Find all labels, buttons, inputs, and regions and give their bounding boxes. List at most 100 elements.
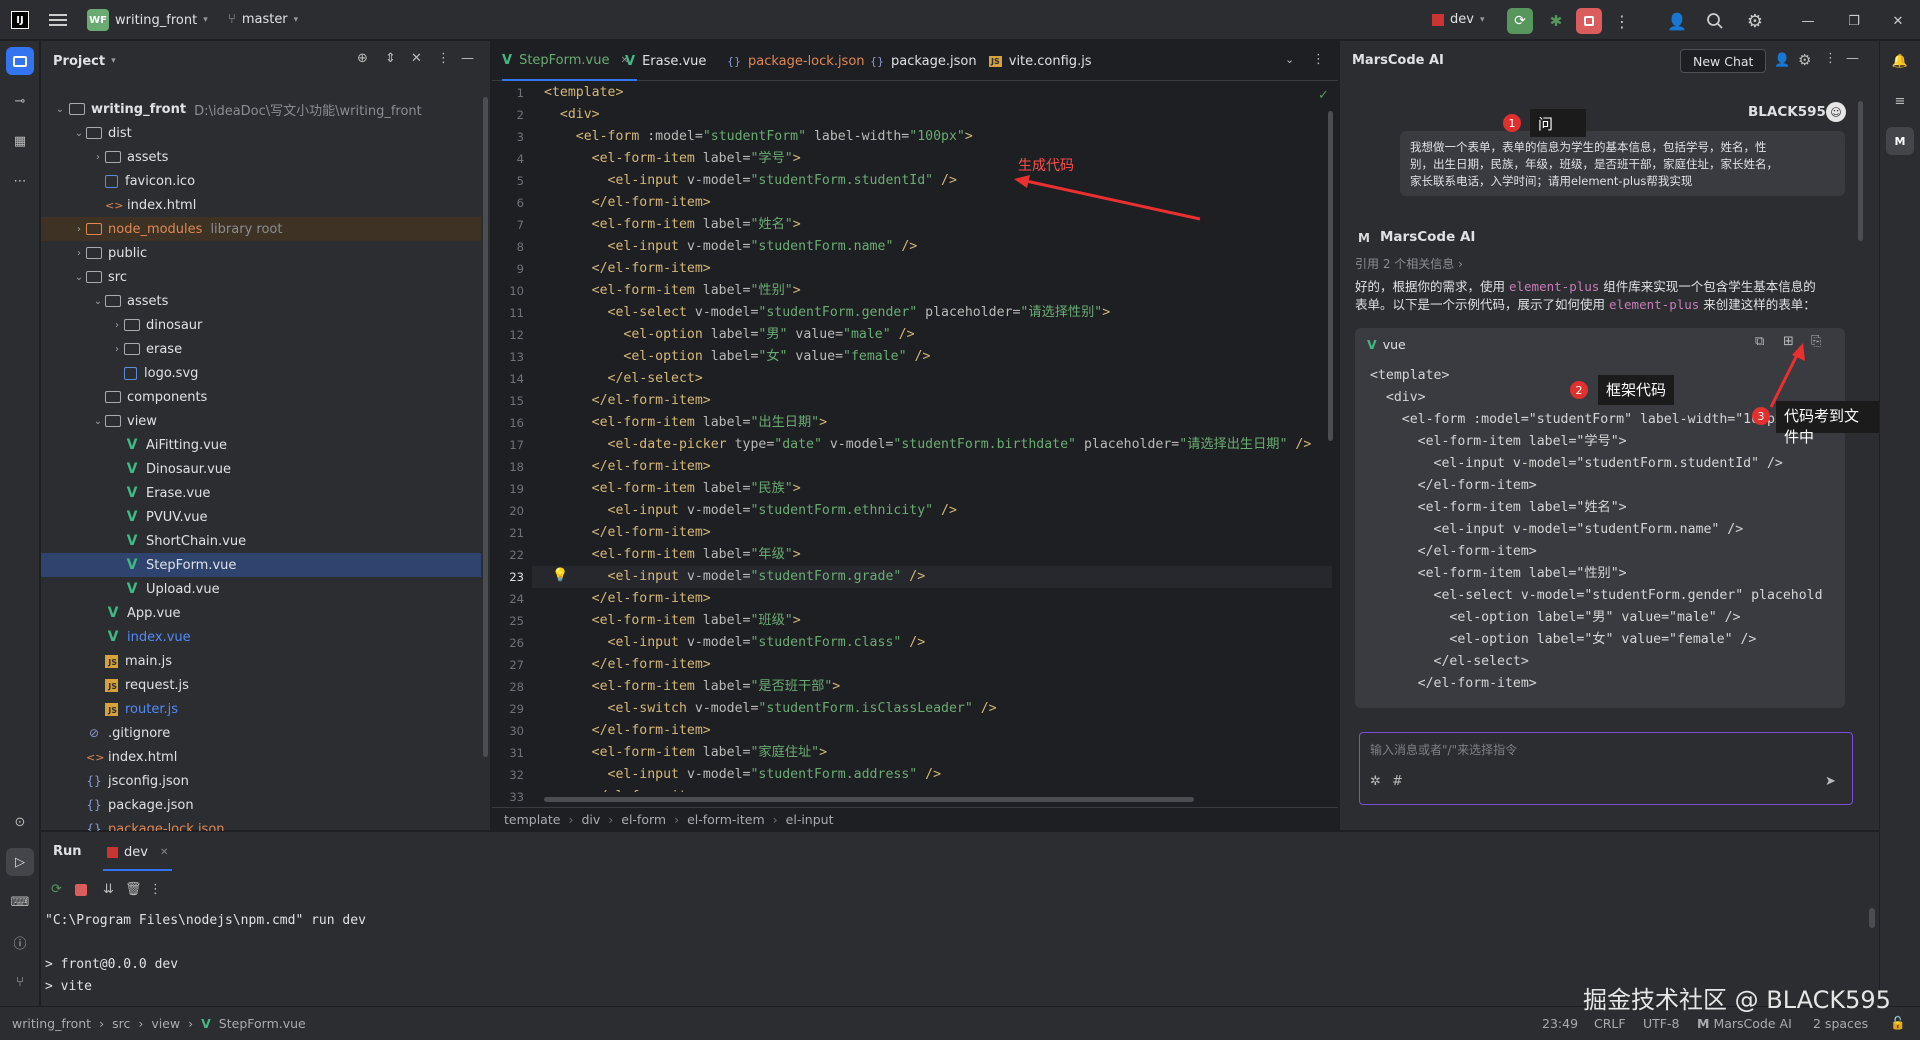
new-chat-button[interactable]: New Chat (1680, 49, 1767, 73)
tree-item[interactable]: › node_modules library root (41, 217, 481, 241)
tree-item[interactable]: › dinosaur (41, 313, 481, 337)
rerun-icon[interactable]: ⟳ (51, 882, 62, 897)
breadcrumb-item[interactable]: el-input (786, 812, 834, 827)
editor-tab[interactable]: V Erase.vue (625, 41, 714, 81)
hide-panel-icon[interactable]: — (461, 51, 474, 66)
file-encoding[interactable]: UTF-8 (1643, 1016, 1679, 1031)
project-view-icon[interactable] (6, 47, 34, 75)
code-line[interactable]: </el-form-item> (544, 588, 1324, 610)
collapse-all-icon[interactable]: ✕ (411, 51, 422, 66)
tree-item[interactable]: logo.svg (41, 361, 481, 385)
tree-item[interactable]: ⊘ .gitignore (41, 721, 481, 745)
intention-bulb-icon[interactable]: 💡 (552, 568, 568, 583)
hash-icon[interactable]: # (1392, 774, 1403, 789)
code-line[interactable]: <template> (544, 82, 1324, 104)
code-line[interactable]: <el-form-item label="学号"> (544, 148, 1324, 170)
more-icon[interactable]: ⋮ (149, 882, 162, 897)
stop-icon[interactable] (75, 884, 87, 896)
indent-setting[interactable]: 2 spaces (1813, 1016, 1868, 1031)
tree-item[interactable]: V Dinosaur.vue (41, 457, 481, 481)
tree-item[interactable]: components (41, 385, 481, 409)
tree-item[interactable]: V AiFitting.vue (41, 433, 481, 457)
copy-icon[interactable]: ⧉ (1755, 334, 1764, 349)
database-icon[interactable]: ≡ (1886, 87, 1914, 115)
debug-icon[interactable]: ✱ (1543, 8, 1569, 34)
git-icon[interactable]: ⑂ (6, 968, 34, 996)
code-line[interactable]: <div> (544, 104, 1324, 126)
project-panel-title[interactable]: Project (53, 54, 105, 69)
code-line[interactable]: <el-input v-model="studentForm.studentId… (544, 170, 1324, 192)
tree-item[interactable]: JS main.js (41, 649, 481, 673)
code-line[interactable]: <el-input v-model="studentForm.ethnicity… (544, 500, 1324, 522)
tree-item[interactable]: ⌄ src (41, 265, 481, 289)
tree-item[interactable]: Vindex.vue (41, 625, 481, 649)
close-icon[interactable]: ✕ (1878, 8, 1918, 34)
tree-item[interactable]: ⌄ assets (41, 289, 481, 313)
user-icon[interactable]: 👤 (1774, 53, 1790, 68)
jetbrains-logo-icon[interactable]: IJ (11, 11, 29, 29)
breadcrumb-item[interactable]: el-form-item (687, 812, 765, 827)
code-line[interactable]: <el-form-item label="民族"> (544, 478, 1324, 500)
breadcrumb-item[interactable]: el-form (621, 812, 666, 827)
more-icon[interactable]: ⋮ (1612, 8, 1632, 34)
branch-switcher[interactable]: ⑂ master ▾ (228, 12, 298, 27)
options-icon[interactable]: ⋮ (437, 51, 450, 66)
structure-icon[interactable]: ▦ (6, 127, 34, 155)
tree-item[interactable]: favicon.ico (41, 169, 481, 193)
console-output[interactable]: "C:\Program Files\nodejs\npm.cmd" run de… (45, 910, 366, 998)
search-icon[interactable] (1702, 8, 1728, 34)
code-line[interactable]: </el-form-item> (544, 786, 1324, 792)
send-icon[interactable]: ➤ (1825, 774, 1836, 789)
status-path-item[interactable]: writing_front (12, 1016, 91, 1031)
code-line[interactable]: </el-form-item> (544, 456, 1324, 478)
tree-item[interactable]: V App.vue (41, 601, 481, 625)
editor-tab[interactable]: {} package.json (870, 41, 985, 81)
code-line[interactable]: <el-date-picker type="date" v-model="stu… (544, 434, 1324, 456)
services-icon[interactable]: ⊙ (6, 808, 34, 836)
code-line[interactable]: </el-form-item> (544, 192, 1324, 214)
tree-scrollbar[interactable] (483, 97, 488, 757)
clear-icon[interactable]: 🗑 (125, 882, 142, 897)
ai-scrollbar[interactable] (1858, 101, 1863, 241)
minimize-icon[interactable]: — (1788, 8, 1828, 34)
project-switcher[interactable]: WF writing_front ▾ (87, 9, 208, 31)
tree-item[interactable]: ⌄ view (41, 409, 481, 433)
caret-position[interactable]: 23:49 (1542, 1016, 1578, 1031)
code-line[interactable]: <el-select v-model="studentForm.gender" … (544, 302, 1324, 324)
code-line[interactable]: <el-form-item label="年级"> (544, 544, 1324, 566)
tree-item[interactable]: <> index.html (41, 193, 481, 217)
expand-all-icon[interactable]: ⇕ (385, 51, 396, 66)
code-line[interactable]: <el-form-item label="是否班干部"> (544, 676, 1324, 698)
marscode-status[interactable]: M MarsCode AI (1697, 1016, 1792, 1031)
status-path-item[interactable]: src (112, 1016, 130, 1031)
settings-gear-icon[interactable]: ⚙ (1798, 51, 1811, 69)
editor-hscrollbar[interactable] (544, 797, 1194, 802)
line-separator[interactable]: CRLF (1594, 1016, 1626, 1031)
code-line[interactable]: </el-form-item> (544, 522, 1324, 544)
editor-tab[interactable]: V StepForm.vue ✕ (502, 41, 637, 81)
code-line[interactable]: </el-form-item> (544, 258, 1324, 280)
tabs-more-icon[interactable]: ⋮ (1312, 52, 1325, 67)
code-line[interactable]: <el-input v-model="studentForm.grade" /> (544, 566, 1324, 588)
tree-root[interactable]: ⌄ writing_front D:\ideaDoc\写文小功能\writing… (41, 97, 481, 121)
tree-item[interactable]: › erase (41, 337, 481, 361)
code-line[interactable]: <el-option label="男" value="male" /> (544, 324, 1324, 346)
run-config-selector[interactable]: dev ▾ (1432, 12, 1484, 27)
chat-input[interactable]: 输入消息或者"/"来选择指令 ✲ # ➤ (1359, 732, 1853, 805)
code-line[interactable]: <el-form-item label="性别"> (544, 280, 1324, 302)
problems-icon[interactable]: ⓘ (6, 928, 34, 956)
tree-item[interactable]: {} package.json (41, 793, 481, 817)
code-view[interactable]: <template> <div> <el-form :model="studen… (544, 82, 1324, 792)
code-line[interactable]: <el-form-item label="姓名"> (544, 214, 1324, 236)
restore-icon[interactable]: ❐ (1834, 8, 1874, 34)
locate-icon[interactable]: ⊕ (357, 51, 368, 66)
tree-item[interactable]: JS router.js (41, 697, 481, 721)
code-line[interactable]: <el-form-item label="出生日期"> (544, 412, 1324, 434)
add-user-icon[interactable]: 👤 (1664, 8, 1690, 34)
more-tools-icon[interactable]: ⋯ (6, 167, 34, 195)
status-path-item[interactable]: view (151, 1016, 180, 1031)
console-scrollbar[interactable] (1869, 908, 1875, 928)
tree-item[interactable]: › assets (41, 145, 481, 169)
references-link[interactable]: 引用 2 个相关信息 › (1355, 255, 1463, 272)
editor-tab[interactable]: JS vite.config.js (989, 41, 1100, 81)
